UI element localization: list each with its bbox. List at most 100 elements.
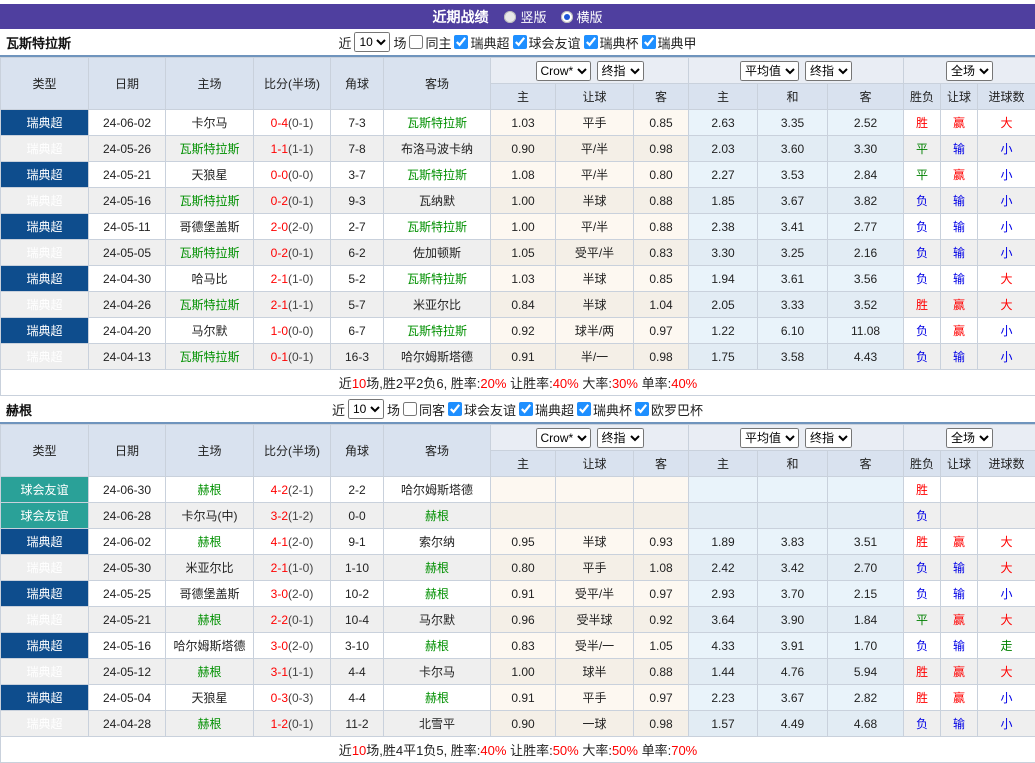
league-filter-checkbox[interactable]: 瑞典超 bbox=[519, 400, 574, 419]
team-section: 瓦斯特拉斯近10场同主瑞典超球会友谊瑞典杯瑞典甲类型日期主场比分(半场)角球客场… bbox=[0, 29, 1035, 396]
eu-home-odds: 2.03 bbox=[689, 136, 758, 162]
scope-select[interactable]: 全场 bbox=[946, 428, 993, 448]
result-outcome: 负 bbox=[904, 633, 941, 659]
match-count-select[interactable]: 10 bbox=[348, 399, 384, 419]
checkbox-icon[interactable] bbox=[642, 35, 656, 49]
fulltime-score: 3-0 bbox=[271, 587, 288, 601]
bookmaker-select[interactable]: Crow* bbox=[536, 61, 591, 81]
league-filter-checkbox[interactable]: 瑞典杯 bbox=[584, 33, 639, 52]
halftime-score: (2-1) bbox=[288, 483, 313, 497]
eu-home-odds: 2.93 bbox=[689, 581, 758, 607]
eu-home-odds: 1.75 bbox=[689, 344, 758, 370]
asian-stage-select[interactable]: 终指 bbox=[597, 428, 644, 448]
checkbox-icon[interactable] bbox=[584, 35, 598, 49]
fulltime-score: 0-2 bbox=[271, 194, 288, 208]
league-filter-checkbox[interactable]: 球会友谊 bbox=[513, 33, 581, 52]
checkbox-icon[interactable] bbox=[454, 35, 468, 49]
league-filter-checkbox[interactable]: 瑞典杯 bbox=[577, 400, 632, 419]
match-date: 24-06-28 bbox=[89, 503, 166, 529]
layout-radio-vertical[interactable]: 竖版 bbox=[504, 7, 546, 26]
corner-score: 5-2 bbox=[331, 266, 384, 292]
league-filter-checkbox[interactable]: 瑞典甲 bbox=[642, 33, 697, 52]
same-venue-checkbox[interactable]: 同主 bbox=[409, 33, 451, 52]
near-label: 近 bbox=[338, 33, 351, 52]
halftime-score: (1-2) bbox=[288, 509, 313, 523]
ah-home-odds: 0.90 bbox=[491, 136, 556, 162]
euro-odds-group-header: 平均值终指 bbox=[689, 425, 904, 451]
layout-radio-horizontal[interactable]: 横版 bbox=[561, 7, 603, 26]
summary-segment: 40% bbox=[671, 376, 697, 391]
checkbox-icon[interactable] bbox=[635, 402, 649, 416]
euro-average-select[interactable]: 平均值 bbox=[740, 428, 799, 448]
fulltime-score: 0-2 bbox=[271, 246, 288, 260]
summary-segment: 大率: bbox=[579, 376, 612, 391]
eu-draw-odds: 4.76 bbox=[758, 659, 828, 685]
fulltime-score: 4-2 bbox=[271, 483, 288, 497]
corner-score: 2-2 bbox=[331, 477, 384, 503]
fulltime-score: 0-0 bbox=[271, 168, 288, 182]
result-handicap: 赢 bbox=[941, 659, 978, 685]
match-date: 24-06-02 bbox=[89, 110, 166, 136]
home-team: 马尔默 bbox=[166, 318, 254, 344]
league-filter-checkbox[interactable]: 瑞典超 bbox=[454, 33, 509, 52]
league-type-badge: 瑞典超 bbox=[1, 214, 89, 240]
result-outcome: 平 bbox=[904, 162, 941, 188]
match-score: 1-1(1-1) bbox=[254, 136, 331, 162]
euro-average-select[interactable]: 平均值 bbox=[740, 61, 799, 81]
asian-odds-group-header: Crow* 终指 bbox=[491, 425, 689, 451]
match-date: 24-06-02 bbox=[89, 529, 166, 555]
scope-select[interactable]: 全场 bbox=[946, 61, 993, 81]
checkbox-icon[interactable] bbox=[513, 35, 527, 49]
league-type-badge: 瑞典超 bbox=[1, 659, 89, 685]
ah-away-odds: 0.85 bbox=[634, 110, 689, 136]
eu-away-odds: 2.82 bbox=[828, 685, 904, 711]
eu-draw-odds bbox=[758, 503, 828, 529]
checkbox-icon[interactable] bbox=[519, 402, 533, 416]
checkbox-icon[interactable] bbox=[448, 402, 462, 416]
euro-stage-select[interactable]: 终指 bbox=[805, 61, 852, 81]
match-score: 1-2(0-1) bbox=[254, 711, 331, 737]
match-score: 0-3(0-3) bbox=[254, 685, 331, 711]
checkbox-icon[interactable] bbox=[403, 402, 417, 416]
checkbox-icon[interactable] bbox=[409, 35, 423, 49]
ah-away-odds: 0.97 bbox=[634, 581, 689, 607]
match-count-select[interactable]: 10 bbox=[354, 32, 390, 52]
ah-away-odds: 1.08 bbox=[634, 555, 689, 581]
checkbox-icon[interactable] bbox=[577, 402, 591, 416]
euro-stage-select[interactable]: 终指 bbox=[805, 428, 852, 448]
section-filter-bar: 赫根近10场同客球会友谊瑞典超瑞典杯欧罗巴杯 bbox=[0, 396, 1035, 424]
eu-away-odds: 1.84 bbox=[828, 607, 904, 633]
same-venue-checkbox[interactable]: 同客 bbox=[403, 400, 445, 419]
league-type-badge: 瑞典超 bbox=[1, 240, 89, 266]
bookmaker-select[interactable]: Crow* bbox=[536, 428, 591, 448]
league-filter-checkbox[interactable]: 欧罗巴杯 bbox=[635, 400, 703, 419]
eu-draw-odds: 3.90 bbox=[758, 607, 828, 633]
ah-line: 平/半 bbox=[556, 162, 634, 188]
halftime-score: (0-0) bbox=[288, 324, 313, 338]
eu-home-odds: 4.33 bbox=[689, 633, 758, 659]
match-row: 瑞典超24-04-30哈马比2-1(1-0)5-2瓦斯特拉斯1.03半球0.85… bbox=[1, 266, 1035, 292]
ah-away-odds: 0.97 bbox=[634, 685, 689, 711]
ah-home-odds: 0.91 bbox=[491, 685, 556, 711]
match-row: 瑞典超24-04-13瓦斯特拉斯0-1(0-1)16-3哈尔姆斯塔德0.91半/… bbox=[1, 344, 1035, 370]
result-outcome: 负 bbox=[904, 555, 941, 581]
eu-away-odds: 2.16 bbox=[828, 240, 904, 266]
match-row: 瑞典超24-06-02卡尔马0-4(0-1)7-3瓦斯特拉斯1.03平手0.85… bbox=[1, 110, 1035, 136]
match-score: 0-2(0-1) bbox=[254, 240, 331, 266]
filter-controls: 近10场同主瑞典超球会友谊瑞典杯瑞典甲 bbox=[338, 32, 696, 52]
euro-odds-group-header: 平均值终指 bbox=[689, 58, 904, 84]
filter-controls: 近10场同客球会友谊瑞典超瑞典杯欧罗巴杯 bbox=[332, 399, 703, 419]
away-team: 瓦斯特拉斯 bbox=[384, 162, 491, 188]
match-row: 瑞典超24-05-25哥德堡盖斯3-0(2-0)10-2赫根0.91受平/半0.… bbox=[1, 581, 1035, 607]
halftime-score: (1-0) bbox=[288, 561, 313, 575]
corner-score: 10-2 bbox=[331, 581, 384, 607]
ah-home-odds: 1.03 bbox=[491, 110, 556, 136]
fulltime-score: 2-2 bbox=[271, 613, 288, 627]
sub-column-header: 进球数 bbox=[978, 84, 1035, 110]
ah-line: 半球 bbox=[556, 292, 634, 318]
match-date: 24-05-16 bbox=[89, 633, 166, 659]
league-filter-checkbox[interactable]: 球会友谊 bbox=[448, 400, 516, 419]
asian-stage-select[interactable]: 终指 bbox=[597, 61, 644, 81]
result-goals: 大 bbox=[978, 555, 1035, 581]
match-row: 瑞典超24-05-05瓦斯特拉斯0-2(0-1)6-2佐加顿斯1.05受平/半0… bbox=[1, 240, 1035, 266]
